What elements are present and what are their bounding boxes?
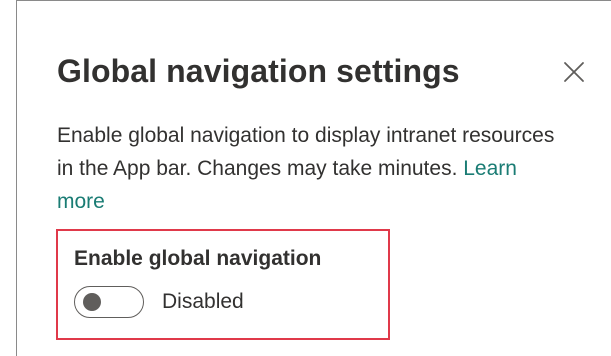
enable-global-navigation-toggle[interactable]: [74, 286, 144, 318]
page: Global navigation settings Enable global…: [0, 0, 611, 356]
global-navigation-settings-panel: Global navigation settings Enable global…: [16, 0, 611, 356]
panel-description: Enable global navigation to display intr…: [57, 119, 557, 218]
enable-global-navigation-label: Enable global navigation: [74, 247, 322, 270]
close-button[interactable]: [557, 55, 591, 89]
toggle-knob: [83, 293, 101, 311]
close-icon: [564, 62, 584, 82]
panel-title: Global navigation settings: [57, 53, 460, 89]
toggle-row: Disabled: [74, 284, 244, 320]
toggle-status-text: Disabled: [162, 290, 244, 313]
